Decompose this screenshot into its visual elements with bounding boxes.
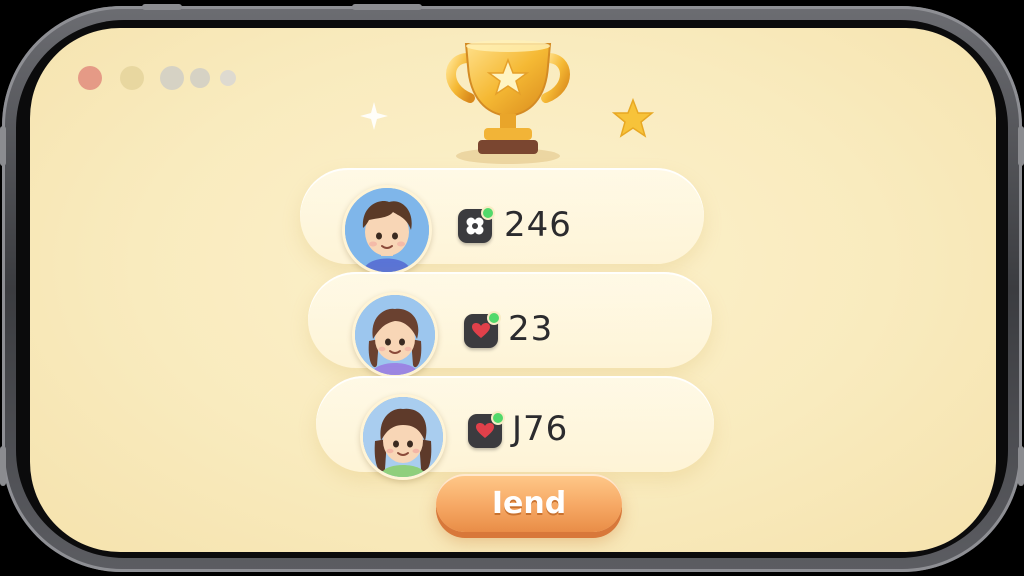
side-button <box>0 446 6 486</box>
heart-icon <box>476 423 494 438</box>
send-button[interactable]: Iend <box>436 474 622 532</box>
online-indicator <box>491 411 505 425</box>
player-score: 23 <box>508 309 554 349</box>
top-button <box>142 4 182 10</box>
player-score: J76 <box>512 409 569 449</box>
side-button <box>1018 446 1024 486</box>
online-indicator <box>487 311 501 325</box>
heart-badge-icon <box>468 411 505 448</box>
side-button <box>0 126 6 166</box>
player-score: 246 <box>504 205 572 245</box>
top-button <box>352 4 422 10</box>
online-indicator <box>481 206 495 220</box>
clover-badge-icon <box>458 206 495 243</box>
heart-icon <box>472 323 490 338</box>
clover-icon <box>466 217 484 235</box>
game-screen: 246 23 J76 Iend <box>30 28 996 552</box>
side-button <box>1018 126 1024 166</box>
girl-avatar <box>352 292 438 378</box>
girl-avatar <box>360 394 446 480</box>
heart-badge-icon <box>464 311 501 348</box>
boy-avatar <box>342 185 432 275</box>
